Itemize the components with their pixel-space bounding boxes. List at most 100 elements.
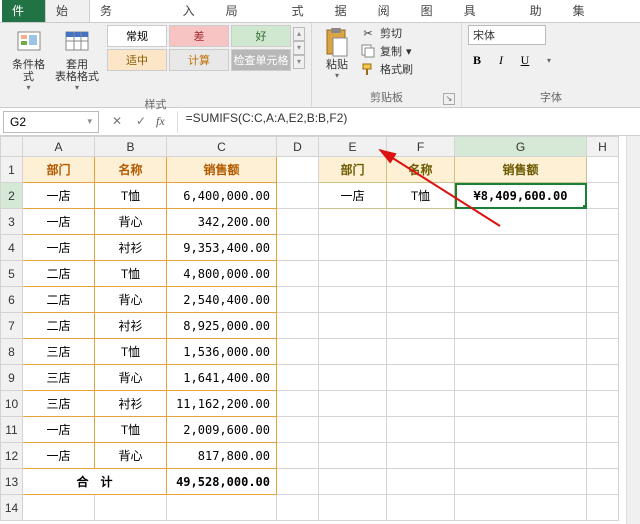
- cell[interactable]: 名称: [95, 157, 167, 183]
- cell[interactable]: [455, 391, 587, 417]
- cell[interactable]: 三店: [23, 391, 95, 417]
- cell[interactable]: [587, 183, 619, 209]
- cell[interactable]: [587, 469, 619, 495]
- row-header[interactable]: 4: [1, 235, 23, 261]
- cell[interactable]: [319, 313, 387, 339]
- cell[interactable]: [587, 495, 619, 521]
- cell[interactable]: [277, 391, 319, 417]
- row-header[interactable]: 2: [1, 183, 23, 209]
- cell[interactable]: [455, 209, 587, 235]
- cell[interactable]: 二店: [23, 261, 95, 287]
- cell[interactable]: T恤: [95, 339, 167, 365]
- col-header[interactable]: D: [277, 137, 319, 157]
- cut-button[interactable]: ✂ 剪切: [360, 25, 413, 41]
- cell[interactable]: [387, 339, 455, 365]
- cell[interactable]: [387, 417, 455, 443]
- cell[interactable]: [387, 495, 455, 521]
- tab-formulas[interactable]: 公式: [282, 0, 325, 22]
- tab-insert[interactable]: 插入: [173, 0, 216, 22]
- cell[interactable]: 部门: [319, 157, 387, 183]
- cell[interactable]: [319, 209, 387, 235]
- cell[interactable]: [277, 183, 319, 209]
- cell[interactable]: [387, 287, 455, 313]
- style-good[interactable]: 好: [231, 25, 291, 47]
- cell[interactable]: 2,009,600.00: [167, 417, 277, 443]
- copy-button[interactable]: 复制 ▾: [360, 43, 413, 59]
- tab-file[interactable]: 文件: [2, 0, 45, 22]
- cell[interactable]: [277, 495, 319, 521]
- formula-cancel-button[interactable]: ✕: [108, 114, 126, 129]
- cell[interactable]: [319, 339, 387, 365]
- col-header[interactable]: H: [587, 137, 619, 157]
- cell[interactable]: 一店: [23, 417, 95, 443]
- paste-button[interactable]: 粘贴 ▾: [318, 25, 356, 82]
- tab-pdf-tools[interactable]: PDF工具集: [563, 0, 640, 22]
- col-header[interactable]: A: [23, 137, 95, 157]
- cell[interactable]: [455, 261, 587, 287]
- row-header[interactable]: 9: [1, 365, 23, 391]
- cell[interactable]: [23, 495, 95, 521]
- cell[interactable]: [387, 365, 455, 391]
- cell[interactable]: [277, 287, 319, 313]
- cell[interactable]: 一店: [23, 209, 95, 235]
- tab-help[interactable]: 帮助: [520, 0, 563, 22]
- tab-home[interactable]: 开始: [45, 0, 90, 22]
- bold-button[interactable]: B: [468, 51, 486, 69]
- select-all-corner[interactable]: [1, 137, 23, 157]
- col-header[interactable]: F: [387, 137, 455, 157]
- cell[interactable]: 背心: [95, 365, 167, 391]
- tab-excel-finance[interactable]: Excel与财务: [90, 0, 173, 22]
- cell[interactable]: 背心: [95, 209, 167, 235]
- cell[interactable]: [455, 339, 587, 365]
- cell[interactable]: [319, 365, 387, 391]
- dialog-launcher-icon[interactable]: ↘: [443, 93, 455, 105]
- cell[interactable]: [319, 391, 387, 417]
- cell[interactable]: 二店: [23, 287, 95, 313]
- cell[interactable]: [387, 469, 455, 495]
- style-check-cell[interactable]: 检查单元格: [231, 49, 291, 71]
- tab-view[interactable]: 视图: [411, 0, 454, 22]
- cell[interactable]: [319, 287, 387, 313]
- cell[interactable]: [587, 443, 619, 469]
- cell[interactable]: [319, 469, 387, 495]
- tab-page-layout[interactable]: 页面布局: [216, 0, 282, 22]
- cell[interactable]: [277, 417, 319, 443]
- col-header[interactable]: B: [95, 137, 167, 157]
- underline-button[interactable]: U: [516, 51, 534, 69]
- cell[interactable]: 部门: [23, 157, 95, 183]
- cell[interactable]: 衬衫: [95, 235, 167, 261]
- cell[interactable]: [387, 209, 455, 235]
- cell[interactable]: 4,800,000.00: [167, 261, 277, 287]
- row-header[interactable]: 14: [1, 495, 23, 521]
- cell[interactable]: [455, 313, 587, 339]
- cell[interactable]: 销售额: [167, 157, 277, 183]
- cell[interactable]: [277, 339, 319, 365]
- cell[interactable]: 三店: [23, 339, 95, 365]
- cell[interactable]: 817,800.00: [167, 443, 277, 469]
- gallery-more[interactable]: ▾: [293, 55, 305, 69]
- cell[interactable]: 6,400,000.00: [167, 183, 277, 209]
- gallery-scroll-down[interactable]: ▾: [293, 41, 305, 55]
- tab-review[interactable]: 审阅: [368, 0, 411, 22]
- cell[interactable]: 1,641,400.00: [167, 365, 277, 391]
- worksheet-grid[interactable]: A B C D E F G H 1部门名称销售额部门名称销售额2一店T恤6,40…: [0, 136, 640, 524]
- cell[interactable]: 三店: [23, 365, 95, 391]
- cell[interactable]: 2,540,400.00: [167, 287, 277, 313]
- cell[interactable]: [277, 209, 319, 235]
- col-header[interactable]: E: [319, 137, 387, 157]
- style-calculation[interactable]: 计算: [169, 49, 229, 71]
- style-bad[interactable]: 差: [169, 25, 229, 47]
- format-painter-button[interactable]: 格式刷: [360, 61, 413, 77]
- row-header[interactable]: 1: [1, 157, 23, 183]
- vertical-scrollbar[interactable]: [626, 136, 640, 524]
- cell[interactable]: [587, 287, 619, 313]
- formula-enter-button[interactable]: ✓: [132, 114, 150, 129]
- cell[interactable]: [587, 157, 619, 183]
- cell[interactable]: [167, 495, 277, 521]
- cell[interactable]: [387, 261, 455, 287]
- cell[interactable]: 11,162,200.00: [167, 391, 277, 417]
- col-header[interactable]: G: [455, 137, 587, 157]
- fx-icon[interactable]: fx: [156, 114, 171, 129]
- cell[interactable]: [587, 235, 619, 261]
- cell[interactable]: T恤: [95, 261, 167, 287]
